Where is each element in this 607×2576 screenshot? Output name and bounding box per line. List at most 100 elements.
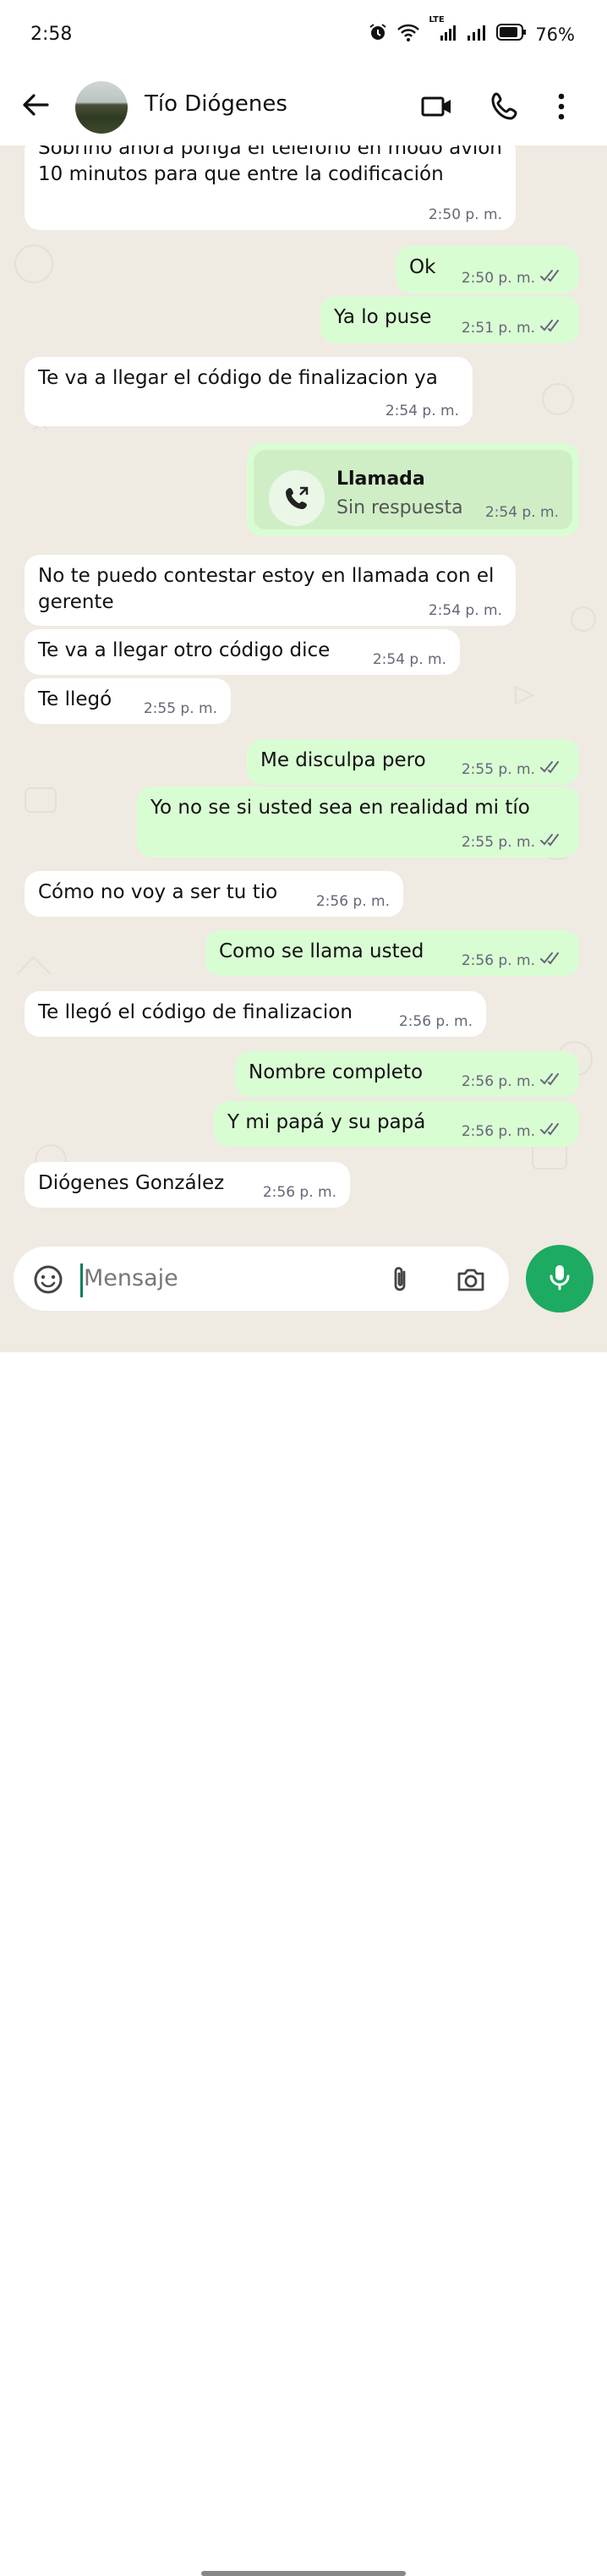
back-arrow-icon[interactable] xyxy=(19,88,52,122)
message-timestamp: 2:56 p. m. xyxy=(315,893,390,910)
alarm-icon xyxy=(368,22,388,47)
camera-icon[interactable] xyxy=(455,1263,487,1299)
incoming-message[interactable]: Cómo no voy a ser tu tio 2:56 p. m. xyxy=(25,871,403,917)
message-meta: 2:54 p. m. xyxy=(386,403,459,419)
incoming-message[interactable]: Te va a llegar otro código dice 2:54 p. m… xyxy=(25,629,460,675)
message-meta: 2:55 p. m. xyxy=(462,760,566,778)
read-receipt-icon xyxy=(540,269,562,287)
message-text: Sobrino ahora ponga el teléfono en modo … xyxy=(38,145,502,185)
message-meta: 2:56 p. m. xyxy=(316,893,390,910)
message-timestamp: 2:50 p. m. xyxy=(461,269,535,287)
outgoing-message[interactable]: Como se llama usted 2:56 p. m. xyxy=(205,930,579,976)
message-text: Te llegó xyxy=(38,688,112,710)
message-input-field[interactable]: Mensaje xyxy=(14,1247,509,1311)
text-cursor xyxy=(80,1263,83,1297)
incoming-message[interactable]: No te puedo contestar estoy en llamada c… xyxy=(25,555,516,626)
read-receipt-icon xyxy=(540,1072,562,1090)
message-timestamp: 2:56 p. m. xyxy=(461,1072,535,1090)
message-meta: 2:55 p. m. xyxy=(144,700,217,717)
chat-area[interactable]: Sobrino ahora ponga el teléfono en modo … xyxy=(0,145,607,1235)
read-receipt-icon xyxy=(540,1122,562,1140)
message-text: Ya lo puse xyxy=(334,306,432,328)
outgoing-message[interactable]: Me disculpa pero 2:55 p. m. xyxy=(247,739,579,785)
message-meta: 2:56 p. m. xyxy=(462,951,566,969)
outgoing-message[interactable]: Ya lo puse 2:51 p. m. xyxy=(320,296,579,343)
attach-clip-icon[interactable] xyxy=(384,1263,416,1299)
avatar[interactable] xyxy=(75,81,128,134)
message-timestamp: 2:51 p. m. xyxy=(461,319,535,337)
message-text: Y mi papá y su papá xyxy=(227,1111,426,1133)
read-receipt-icon xyxy=(540,833,562,851)
voice-message-button[interactable] xyxy=(526,1245,593,1313)
message-timestamp: 2:50 p. m. xyxy=(428,206,502,223)
outgoing-message[interactable]: Y mi papá y su papá 2:56 p. m. xyxy=(214,1101,579,1147)
message-timestamp: 2:56 p. m. xyxy=(461,951,535,969)
incoming-message[interactable]: Te llegó el código de finalizacion 2:56 p… xyxy=(25,991,486,1037)
message-text: Te llegó el código de finalizacion xyxy=(38,1001,353,1023)
message-meta: 2:54 p. m. xyxy=(429,602,502,619)
message-meta: 2:50 p. m. xyxy=(429,206,502,223)
read-receipt-icon xyxy=(540,319,562,337)
contact-name[interactable]: Tío Diógenes xyxy=(145,91,287,117)
message-timestamp: 2:54 p. m. xyxy=(385,403,459,419)
message-meta: 2:54 p. m. xyxy=(485,504,559,521)
message-timestamp: 2:54 p. m. xyxy=(484,504,559,521)
microphone-icon xyxy=(544,1262,575,1296)
lte-signal-icon: LTE xyxy=(429,15,457,47)
outgoing-call-icon xyxy=(269,470,325,526)
message-text: Como se llama usted xyxy=(219,940,424,962)
message-timestamp: 2:56 p. m. xyxy=(461,1122,535,1140)
message-text: Yo no se si usted sea en realidad mi tío xyxy=(150,797,530,819)
message-meta: 2:56 p. m. xyxy=(462,1072,566,1090)
status-bar: 2:58 LTE 76% xyxy=(0,0,607,73)
battery-icon xyxy=(496,23,527,46)
network-label: LTE xyxy=(429,15,445,25)
outgoing-message[interactable]: Llamada Sin respuesta 2:54 p. m. xyxy=(247,443,579,536)
outgoing-message[interactable]: Nombre completo 2:56 p. m. xyxy=(235,1051,579,1097)
message-meta: 2:50 p. m. xyxy=(462,269,566,287)
message-text: Nombre completo xyxy=(249,1061,424,1083)
message-timestamp: 2:55 p. m. xyxy=(461,833,535,851)
sticker-icon[interactable] xyxy=(32,1263,64,1299)
video-call-icon[interactable] xyxy=(420,90,454,127)
gesture-nav-bar[interactable] xyxy=(201,2571,406,2576)
chat-header: Tío Diógenes xyxy=(0,73,607,145)
message-timestamp: 2:56 p. m. xyxy=(398,1013,473,1030)
message-timestamp: 2:55 p. m. xyxy=(143,700,217,717)
composer-bar: Mensaje xyxy=(0,1235,607,2576)
read-receipt-icon xyxy=(540,951,562,969)
message-text: Te va a llegar el código de finalizacion… xyxy=(38,367,438,389)
outgoing-message[interactable]: Yo no se si usted sea en realidad mi tío… xyxy=(137,787,579,858)
status-icons: LTE 76% xyxy=(368,15,575,47)
message-meta: 2:54 p. m. xyxy=(373,651,446,668)
call-status: Sin respuesta xyxy=(336,497,463,518)
message-text: Cómo no voy a ser tu tio xyxy=(38,881,278,903)
message-text: Diógenes González xyxy=(38,1172,225,1194)
message-timestamp: 2:55 p. m. xyxy=(461,760,535,778)
message-meta: 2:51 p. m. xyxy=(462,319,566,337)
message-meta: 2:56 p. m. xyxy=(462,1122,566,1140)
incoming-message[interactable]: Diógenes González 2:56 p. m. xyxy=(25,1162,350,1208)
more-options-icon[interactable] xyxy=(553,90,570,127)
battery-percent: 76% xyxy=(535,24,575,45)
message-timestamp: 2:54 p. m. xyxy=(372,651,446,668)
incoming-message[interactable]: Te llegó 2:55 p. m. xyxy=(25,678,231,724)
wifi-icon xyxy=(396,22,420,47)
status-time: 2:58 xyxy=(30,24,73,45)
read-receipt-icon xyxy=(540,760,562,778)
message-timestamp: 2:56 p. m. xyxy=(262,1184,336,1201)
message-text: Te va a llegar otro código dice xyxy=(38,639,331,661)
message-meta: 2:55 p. m. xyxy=(462,833,566,851)
incoming-message[interactable]: Sobrino ahora ponga el teléfono en modo … xyxy=(25,145,516,230)
voice-call-icon[interactable] xyxy=(489,90,522,127)
message-meta: 2:56 p. m. xyxy=(263,1184,336,1201)
message-text: Ok xyxy=(409,256,436,278)
incoming-message[interactable]: Te va a llegar el código de finalizacion… xyxy=(25,357,473,426)
message-placeholder: Mensaje xyxy=(84,1265,178,1291)
message-meta: 2:56 p. m. xyxy=(399,1013,473,1030)
outgoing-message[interactable]: Ok 2:50 p. m. xyxy=(396,246,579,293)
signal-icon xyxy=(466,22,488,47)
message-text: Me disculpa pero xyxy=(260,749,426,771)
message-timestamp: 2:54 p. m. xyxy=(428,602,502,619)
call-title: Llamada xyxy=(336,469,425,490)
